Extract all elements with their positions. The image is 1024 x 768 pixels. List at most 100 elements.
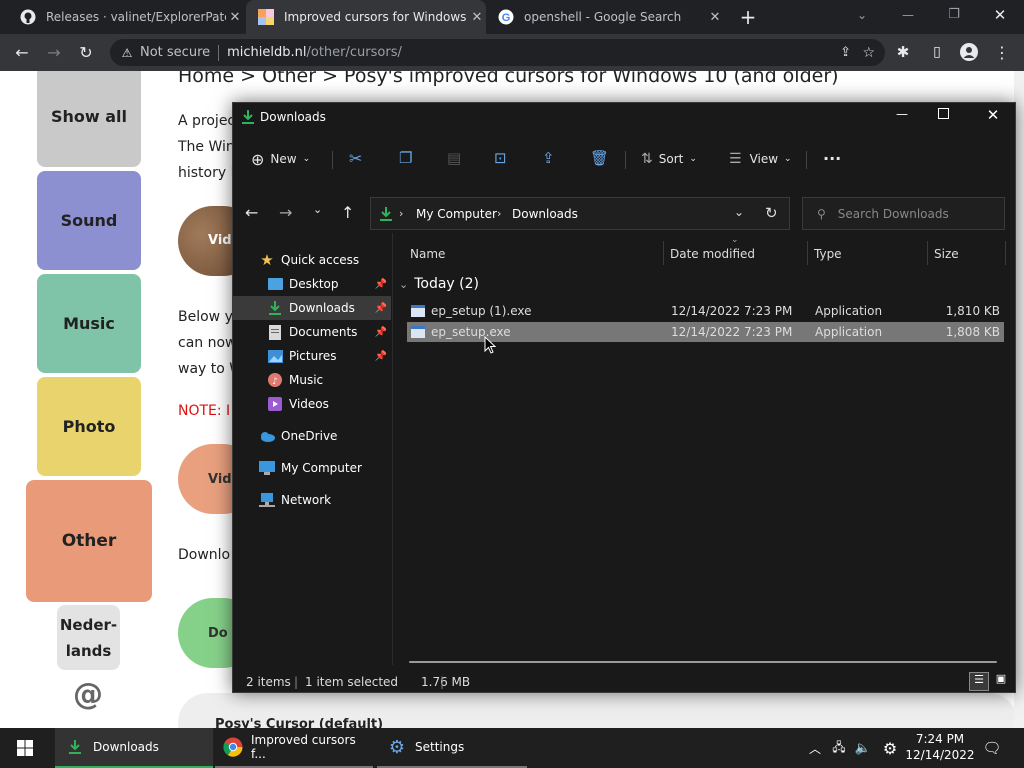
volume-icon[interactable]: 🔈 [853,728,873,768]
tab-improved-cursors[interactable]: Improved cursors for Windows 10 ✕ [246,0,486,34]
recent-chevron-icon[interactable]: ⌄ [313,203,322,216]
nav-photo[interactable]: Photo [37,377,141,476]
paste-icon[interactable]: ▤ [447,149,461,167]
start-button[interactable] [0,728,50,768]
tab-search-icon[interactable]: ⌄ [852,8,872,26]
nav-music[interactable]: ♪ Music [233,368,391,392]
taskbar-app-settings[interactable]: ⚙ Settings [377,728,527,768]
minimize-button[interactable]: — [893,107,911,121]
browser-close-button[interactable]: ✕ [988,6,1012,26]
menu-icon[interactable]: ⋮ [989,39,1015,65]
nav-pictures[interactable]: Pictures 📌 [233,344,391,368]
refresh-icon[interactable]: ↻ [765,204,778,222]
close-icon[interactable]: ✕ [226,10,244,25]
close-icon[interactable]: ✕ [706,10,724,25]
warning-icon[interactable]: ⚠ [120,46,134,60]
column-date-modified[interactable]: Date modified [670,247,755,261]
new-tab-button[interactable]: + [736,5,760,29]
rename-icon[interactable]: ⊡ [494,149,507,167]
back-icon[interactable]: ← [9,39,35,65]
clock[interactable]: 7:24 PM 12/14/2022 [905,731,975,765]
nav-music[interactable]: Music [37,274,141,373]
share-icon[interactable]: ⇪ [542,149,555,167]
file-row-selected[interactable]: ep_setup.exe 12/14/2022 7:23 PM Applicat… [407,322,1004,342]
divider [806,151,807,169]
pin-icon[interactable]: 📌 [375,279,387,290]
breadcrumb-my-computer[interactable]: My Computer [416,207,497,221]
nav-onedrive[interactable]: OneDrive [233,424,391,448]
network-tray-icon[interactable]: 🖧 [829,728,849,768]
new-button[interactable]: ⊕ New ⌄ [251,147,310,171]
column-divider[interactable] [807,241,808,265]
nav-sound[interactable]: Sound [37,171,141,270]
column-type[interactable]: Type [814,247,842,261]
up-icon[interactable]: ↑ [341,203,354,222]
nav-desktop[interactable]: Desktop 📌 [233,272,391,296]
details-view-icon[interactable]: ☰ [969,672,989,691]
forward-icon[interactable]: → [279,203,292,222]
pin-icon[interactable]: 📌 [375,327,387,338]
chevron-up-icon[interactable]: ︿ [805,728,825,768]
new-label: New [270,152,297,166]
nav-downloads[interactable]: Downloads 📌 [233,296,391,320]
more-options-button[interactable]: ··· [823,149,841,168]
nav-videos[interactable]: Videos [233,392,391,416]
horizontal-scrollbar[interactable] [409,661,997,663]
nav-quick-access[interactable]: ★ Quick access [233,248,391,272]
column-size[interactable]: Size [934,247,959,261]
nav-nederlands[interactable]: Neder- lands [57,605,120,670]
column-divider[interactable] [663,241,664,265]
pin-icon[interactable]: 📌 [375,303,387,314]
reload-icon[interactable]: ↻ [73,39,99,65]
chevron-down-icon[interactable]: ⌄ [734,205,744,219]
nav-show-all[interactable]: Show all [37,71,141,167]
nav-network[interactable]: Network [233,488,391,512]
restore-button[interactable]: ❐ [942,7,966,25]
forward-icon[interactable]: → [41,39,67,65]
pin-icon[interactable]: 📌 [375,351,387,362]
back-icon[interactable]: ← [245,203,258,222]
path-bar[interactable]: › My Computer › Downloads ⌄ ↻ [370,197,790,230]
chevron-down-icon: ⌄ [399,277,409,291]
bookmark-star-icon[interactable]: ☆ [862,45,875,61]
copy-icon[interactable]: ❐ [399,149,412,167]
profile-icon[interactable] [956,39,982,65]
taskbar-app-label: Improved cursors f... [251,733,356,761]
explorer-title-bar[interactable]: Downloads — ✕ [233,103,1015,131]
delete-icon[interactable]: 🗑 [590,149,609,167]
cut-icon[interactable]: ✂ [349,149,362,168]
nav-my-computer[interactable]: My Computer [233,456,391,480]
contact-icon[interactable]: @ [73,677,103,712]
maximize-button[interactable] [938,108,956,122]
taskbar-app-chrome[interactable]: Improved cursors f... [215,728,373,768]
group-header-today[interactable]: ⌄ Today (2) [399,275,479,293]
file-row[interactable]: ep_setup (1).exe 12/14/2022 7:23 PM Appl… [407,301,1004,321]
sort-button[interactable]: ⇅ Sort ⌄ [641,147,697,171]
taskbar-app-downloads[interactable]: Downloads [55,728,213,768]
settings-tray-icon[interactable]: ⚙ [879,728,901,768]
share-icon[interactable]: ⇪ [840,45,851,60]
file-type: Application [815,325,883,339]
nav-label: OneDrive [281,429,338,443]
notification-icon[interactable]: 🗨 [980,728,1004,768]
address-bar[interactable]: ⚠ Not secure michieldb.nl/other/cursors/… [110,39,885,66]
column-divider[interactable] [1005,241,1006,265]
search-box[interactable]: ⚲ Search Downloads [802,197,1005,230]
extensions-icon[interactable]: ✱ [890,39,916,65]
nav-documents[interactable]: Documents 📌 [233,320,391,344]
close-icon[interactable]: ✕ [468,10,486,25]
column-name[interactable]: Name [410,247,445,261]
video-label: Vid [208,471,232,487]
column-divider[interactable] [927,241,928,265]
tab-explorerpatcher[interactable]: Releases · valinet/ExplorerPatcher ✕ [12,0,244,34]
body-line: can now [178,335,237,351]
nav-other[interactable]: Other [26,480,152,602]
minimize-button[interactable]: — [896,8,920,26]
chrome-icon [223,737,243,757]
close-button[interactable]: ✕ [984,106,1002,124]
view-button[interactable]: ☰ View ⌄ [729,147,792,171]
breadcrumb-downloads[interactable]: Downloads [512,207,578,221]
side-panel-icon[interactable]: ▯ [924,39,950,65]
tab-openshell-search[interactable]: G openshell - Google Search ✕ [488,0,724,34]
large-icons-view-icon[interactable]: ▣ [991,672,1011,691]
